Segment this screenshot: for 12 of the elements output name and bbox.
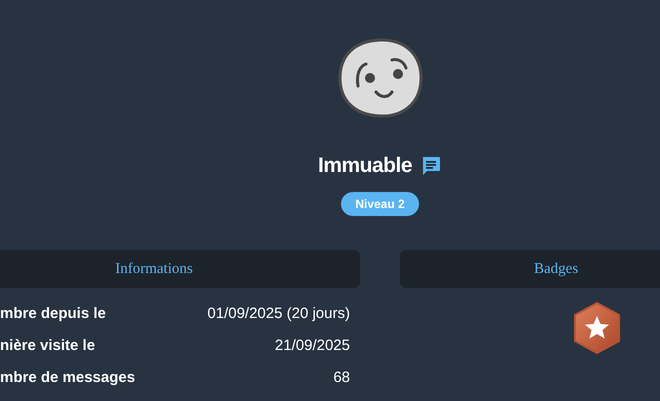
info-label: mbre depuis le (0, 304, 106, 323)
section-header: Badges (400, 250, 660, 288)
info-value: 01/09/2025 (20 jours) (207, 304, 350, 323)
info-value: 21/09/2025 (274, 336, 350, 355)
info-value: 68 (333, 368, 350, 387)
info-label: nière visite le (0, 336, 96, 355)
message-icon[interactable] (420, 155, 442, 177)
info-label: mbre de messages (0, 368, 136, 387)
username: Immuable (318, 154, 412, 178)
level-badge: Niveau 2 (341, 192, 419, 216)
star-badge-icon (572, 302, 622, 354)
section-header: Informations (0, 250, 360, 288)
